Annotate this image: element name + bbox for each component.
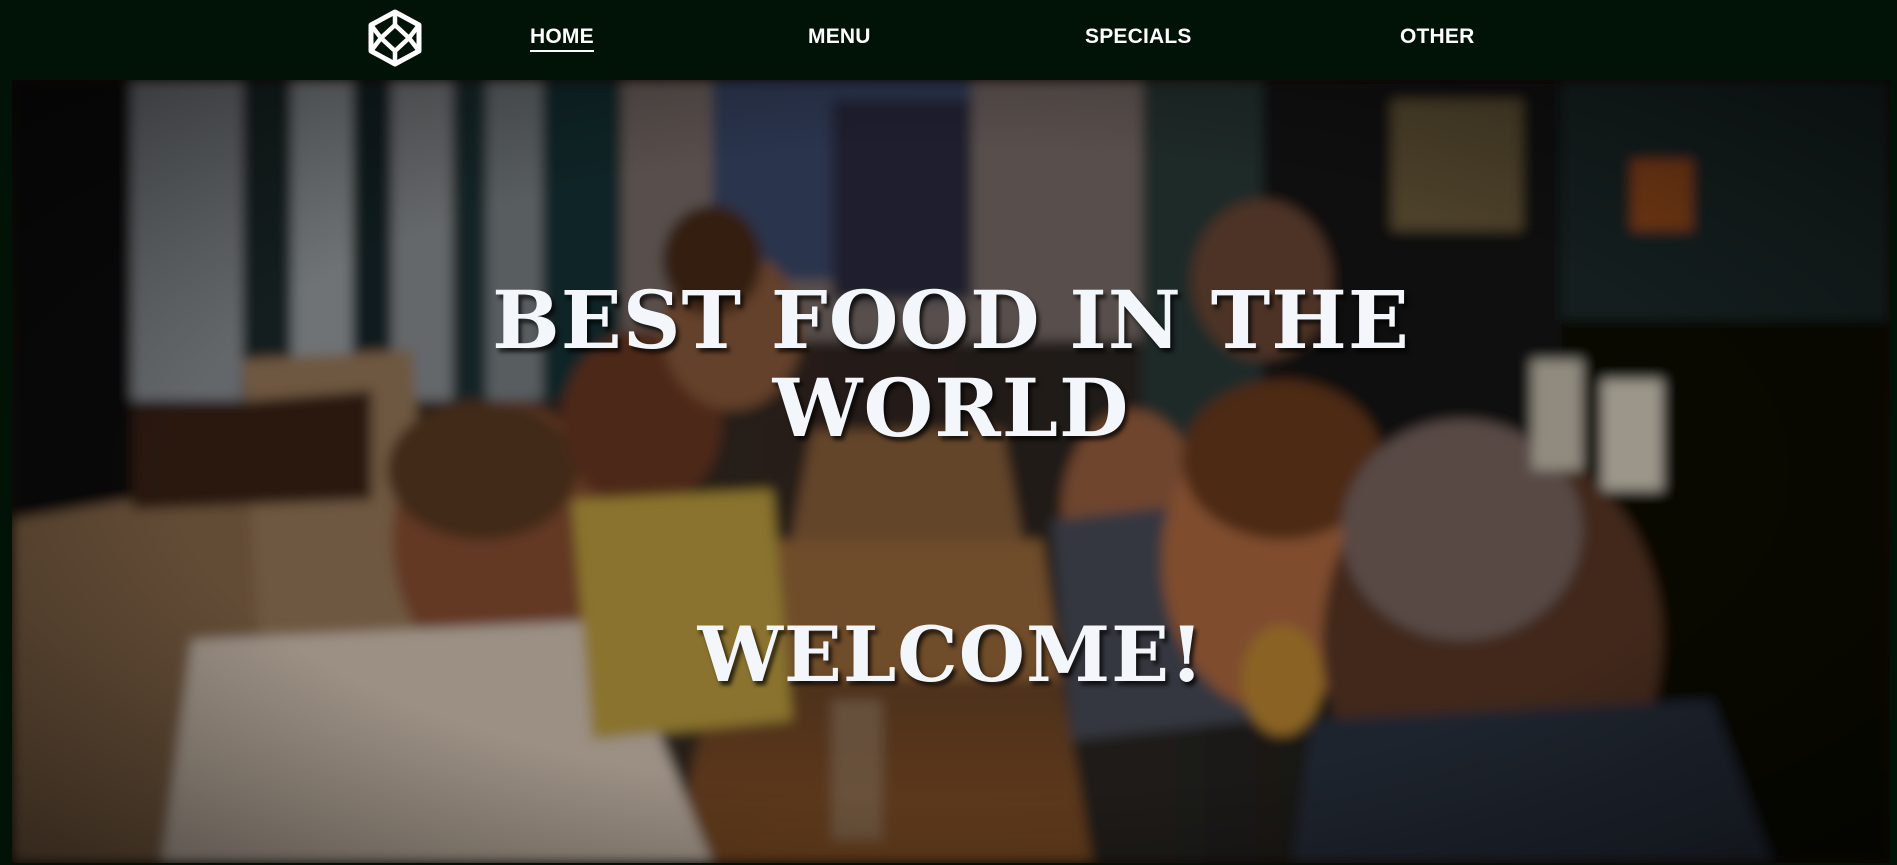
hero-title-line-2: WORLD xyxy=(772,361,1130,455)
top-navbar: HOME MENU SPECIALS OTHER xyxy=(0,0,1897,80)
hero-welcome: WELCOME! xyxy=(697,610,1205,699)
nav-link-home[interactable]: HOME xyxy=(530,25,594,52)
nav-link-other[interactable]: OTHER xyxy=(1400,25,1475,49)
hero-title-line-1: BEST FOOD IN THE xyxy=(492,273,1410,367)
nav-link-specials[interactable]: SPECIALS xyxy=(1085,25,1192,49)
cube-hexagon-icon[interactable] xyxy=(366,9,424,67)
hero-title: BEST FOOD IN THE WORLD xyxy=(12,276,1890,452)
nav-link-menu[interactable]: MENU xyxy=(808,25,871,49)
restaurant-background-image xyxy=(12,80,1890,863)
hero-section: BEST FOOD IN THE WORLD WELCOME! xyxy=(12,80,1890,863)
